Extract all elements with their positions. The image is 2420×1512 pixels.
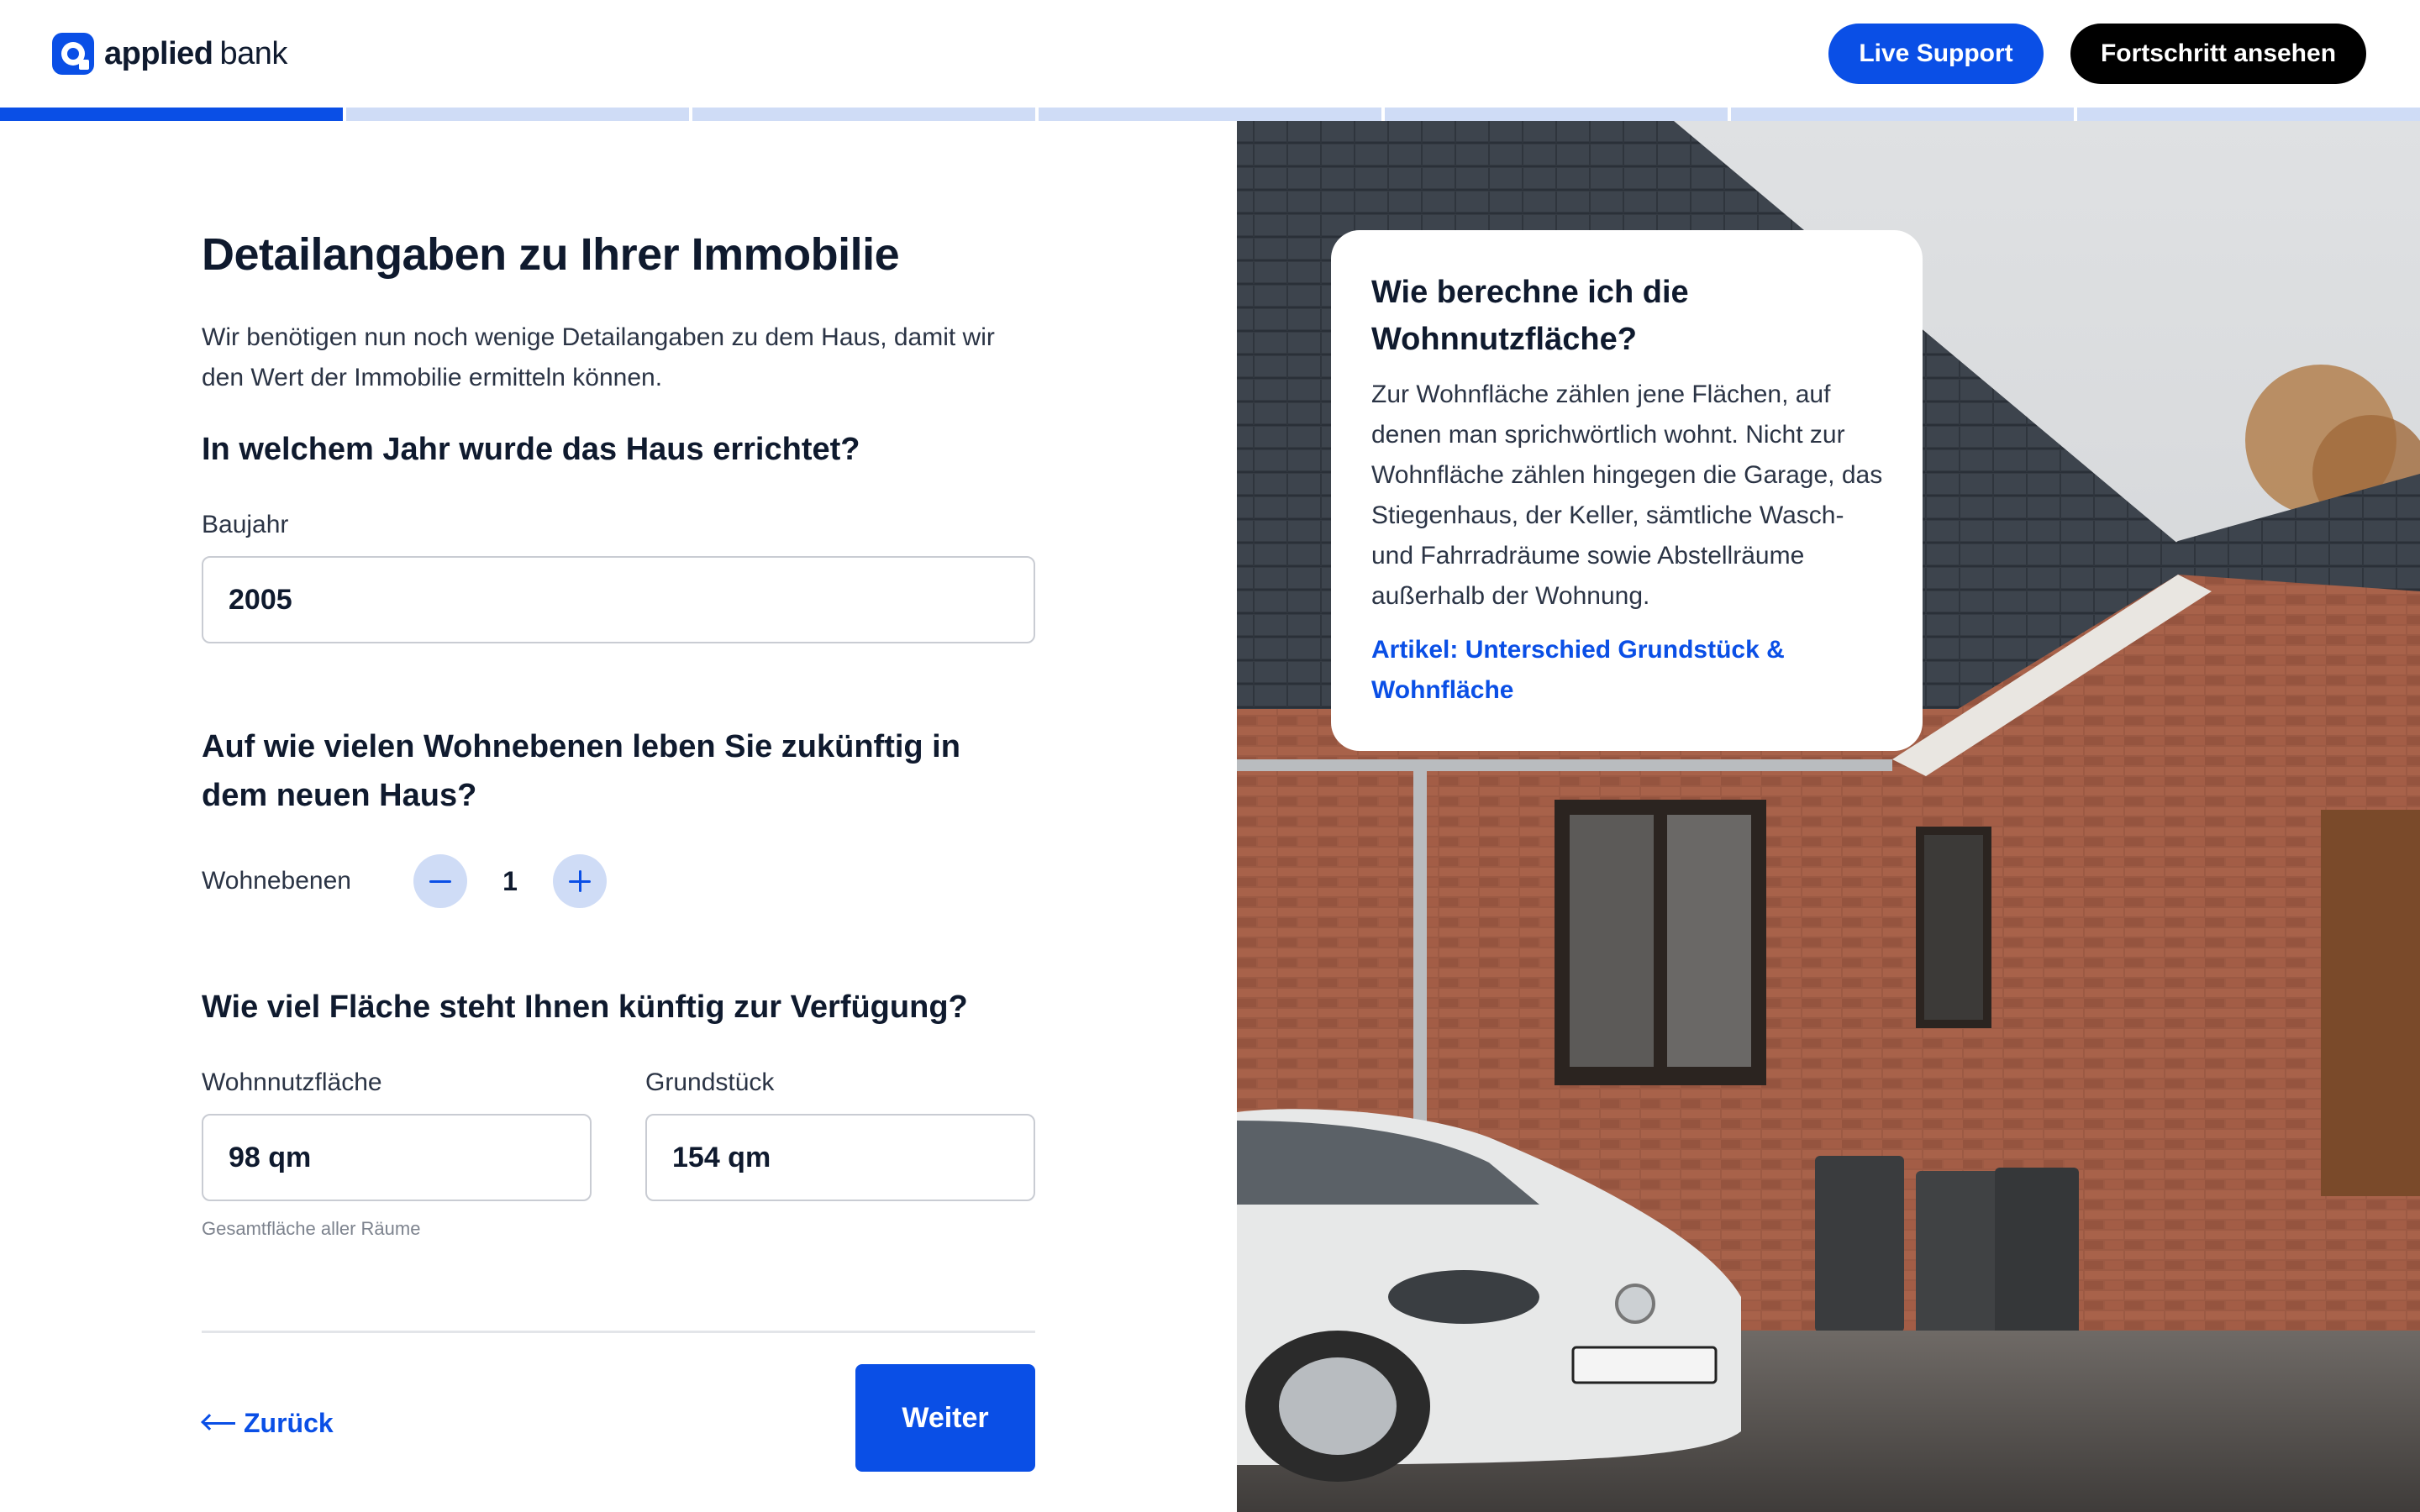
question-levels: Auf wie vielen Wohnebenen leben Sie zukü…	[202, 729, 960, 813]
logo-mark-icon	[52, 33, 94, 75]
living-area-input[interactable]: 98 qm	[202, 1114, 592, 1201]
plot-label: Grundstück	[645, 1068, 775, 1096]
increment-button[interactable]	[553, 854, 607, 908]
year-label: Baujahr	[202, 511, 289, 538]
next-button[interactable]: Weiter	[855, 1364, 1035, 1472]
minus-icon	[429, 879, 451, 883]
form-divider	[202, 1331, 1035, 1333]
logo-text-bold: applied	[104, 35, 213, 71]
info-card: Wie berechne ich die Wohnnutzfläche? Zur…	[1331, 230, 1923, 751]
living-area-label: Wohnnutzfläche	[202, 1068, 382, 1096]
info-card-title: Wie berechne ich die Wohnnutzfläche?	[1371, 275, 1689, 357]
back-label: Zurück	[244, 1407, 334, 1438]
levels-value: 1	[502, 865, 518, 896]
live-support-button[interactable]: Live Support	[1828, 24, 2044, 84]
question-year: In welchem Jahr wurde das Haus errichtet…	[202, 432, 860, 467]
progress-step-7	[2077, 108, 2420, 121]
page-title: Detailangaben zu Ihrer Immobilie	[202, 229, 900, 280]
decrement-button[interactable]	[413, 854, 467, 908]
levels-stepper: Wohnebenen 1	[202, 852, 672, 911]
living-area-hint: Gesamtfläche aller Räume	[202, 1218, 421, 1239]
year-input[interactable]: 2005	[202, 556, 1035, 643]
info-card-article-link[interactable]: Artikel: Unterschied Grundstück & Wohnfl…	[1371, 630, 1842, 711]
info-card-body: Zur Wohnfläche zählen jene Flächen, auf …	[1371, 381, 1883, 610]
progress-step-6	[1731, 108, 2074, 121]
progress-step-2	[346, 108, 689, 121]
intro-text: Wir benötigen nun noch wenige Detailanga…	[202, 323, 995, 391]
logo-text-regular: bank	[219, 35, 288, 71]
applied-bank-logo[interactable]: applied bank	[52, 30, 287, 77]
progress-step-4	[1039, 108, 1381, 121]
plot-input[interactable]: 154 qm	[645, 1114, 1035, 1201]
progress-step-1	[0, 108, 343, 121]
view-progress-button[interactable]: Fortschritt ansehen	[2070, 24, 2366, 84]
question-area: Wie viel Fläche steht Ihnen künftig zur …	[202, 990, 968, 1025]
progress-step-3	[692, 108, 1035, 121]
back-link[interactable]: Zurück	[201, 1398, 334, 1448]
step-progress-bar	[0, 108, 2420, 121]
levels-label: Wohnebenen	[202, 867, 351, 895]
property-details-form: Detailangaben zu Ihrer Immobilie Wir ben…	[201, 121, 1035, 1512]
arrow-left-icon	[201, 1414, 235, 1431]
progress-step-5	[1385, 108, 1728, 121]
top-header: applied bank Live Support Fortschritt ans…	[0, 0, 2420, 108]
